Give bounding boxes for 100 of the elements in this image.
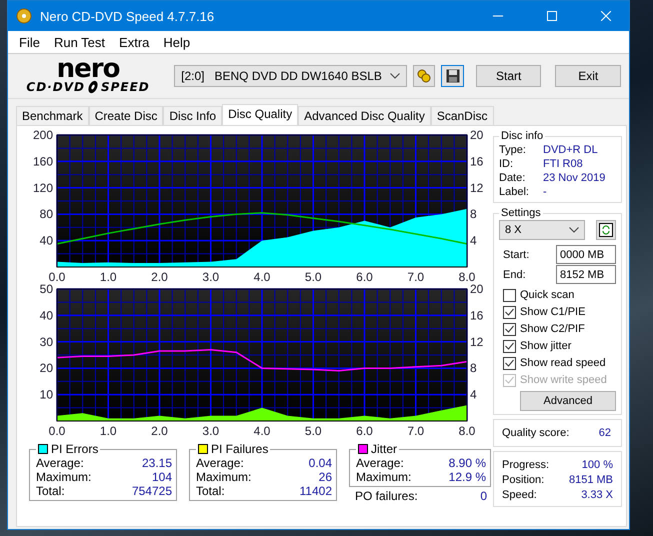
axis-label: 5.0 xyxy=(304,424,322,438)
menu-item[interactable]: File xyxy=(12,34,47,50)
tab[interactable]: Create Disc xyxy=(88,106,164,125)
stat-label: Total: xyxy=(196,484,225,498)
progress-value: 8151 MB xyxy=(568,473,613,487)
field-label: End: xyxy=(503,268,526,282)
save-button[interactable] xyxy=(441,65,464,87)
menu-item[interactable]: Run Test xyxy=(46,34,112,50)
progress-value: 3.33 X xyxy=(581,488,613,502)
stat-label: Maximum: xyxy=(36,470,92,484)
stat-label: Maximum: xyxy=(356,470,412,484)
axis-label: 4.0 xyxy=(254,270,270,284)
axis-label: 0.0 xyxy=(48,424,66,438)
info-label: Label: xyxy=(499,185,530,199)
group-title: Settings xyxy=(501,207,541,219)
axis-label: 7.0 xyxy=(407,270,424,284)
close-icon xyxy=(601,11,611,21)
axis-label: 6.0 xyxy=(356,270,373,284)
group-title: Disc info xyxy=(501,130,544,142)
axis-label: 3.0 xyxy=(202,424,220,438)
progress-label: Position: xyxy=(502,473,544,487)
axis-label: 40 xyxy=(40,308,53,322)
axis-label: 20 xyxy=(470,284,484,296)
stat-value: 104 xyxy=(152,470,172,484)
refresh-button[interactable] xyxy=(596,220,616,240)
stat-value: 0.04 xyxy=(308,456,332,470)
axis-label: 160 xyxy=(32,154,53,168)
menu-item[interactable]: Extra xyxy=(112,34,156,50)
exit-button[interactable]: Exit xyxy=(555,65,621,87)
advanced-button[interactable]: Advanced xyxy=(520,391,616,411)
progress-label: Speed: xyxy=(502,488,537,502)
info-value: FTI R08 xyxy=(543,157,584,171)
info-label: ID: xyxy=(499,157,514,171)
checkbox[interactable] xyxy=(503,306,516,318)
checkbox[interactable] xyxy=(503,340,516,352)
tab[interactable]: Disc Info xyxy=(163,106,222,125)
axis-label: 0.0 xyxy=(48,270,66,284)
checkbox-label: Quick scan xyxy=(520,288,574,302)
tab[interactable]: Disc Quality xyxy=(222,104,298,125)
start-button[interactable]: Start xyxy=(476,65,542,87)
caret-icon xyxy=(390,73,400,79)
axis-label: 16 xyxy=(470,154,484,168)
maximize-icon xyxy=(547,11,557,21)
stat-label: Average: xyxy=(196,456,244,470)
axis-label: 1.0 xyxy=(100,270,117,284)
stat-value: 26 xyxy=(318,470,332,484)
drive-dropdown[interactable]: [2:0] BENQ DVD DD DW1640 BSLB xyxy=(174,65,407,87)
axis-label: 2.0 xyxy=(151,270,168,284)
coins-icon xyxy=(416,68,432,84)
axis-label: 20 xyxy=(40,361,53,376)
save-icon xyxy=(446,69,460,83)
tab[interactable]: Benchmark xyxy=(16,106,89,125)
stat-value: 11402 xyxy=(300,484,332,498)
checkbox-label: Show C1/PIE xyxy=(520,305,586,319)
menu-item[interactable]: Help xyxy=(156,34,198,50)
axis-label: 10 xyxy=(40,388,53,402)
checkbox-label: Show write speed xyxy=(520,373,607,387)
checkbox[interactable] xyxy=(503,356,516,370)
tab[interactable]: Advanced Disc Quality xyxy=(298,106,431,125)
stat-label: Average: xyxy=(36,456,84,470)
axis-label: 6.0 xyxy=(356,424,373,438)
info-value: 23 Nov 2019 xyxy=(543,171,606,185)
stat-label: Total: xyxy=(36,484,65,498)
axis-label: 50 xyxy=(40,284,53,296)
stat-value: 0 xyxy=(480,489,487,503)
axis-label: 8 xyxy=(470,361,477,376)
axis-label: 7.0 xyxy=(407,424,424,438)
group-title: PI Errors xyxy=(51,442,98,456)
axis-label: 20 xyxy=(470,130,484,142)
checkbox[interactable] xyxy=(503,322,516,336)
refresh-icon xyxy=(599,223,613,237)
axis-label: 12 xyxy=(470,180,484,195)
end-field[interactable]: 8152 MB xyxy=(556,265,616,284)
window-title: Nero CD-DVD Speed 4.7.7.16 xyxy=(40,8,216,24)
axis-label: 2.0 xyxy=(151,424,168,438)
disc-icon xyxy=(86,80,100,94)
axis-label: 8 xyxy=(470,207,477,222)
speed-dropdown[interactable]: 8 X xyxy=(499,220,585,240)
stat-value: 12.9 % xyxy=(448,470,486,484)
axis-label: 16 xyxy=(470,308,484,322)
checkbox-label: Show read speed xyxy=(520,356,606,370)
checkbox-label: Show C2/PIF xyxy=(520,322,585,336)
logo-text: nero xyxy=(56,58,120,80)
field-label: Start: xyxy=(503,248,530,262)
axis-label: 8.0 xyxy=(458,270,476,284)
stat-label: PO failures: xyxy=(355,489,418,503)
axis-label: 5.0 xyxy=(304,270,322,284)
logo-text: CD·DVD xyxy=(26,80,85,94)
logo-text: SPEED xyxy=(100,80,150,94)
group-title: PI Failures xyxy=(211,442,268,456)
start-field[interactable]: 0000 MB xyxy=(556,245,616,264)
checkbox[interactable] xyxy=(503,288,516,302)
tab[interactable]: ScanDisc xyxy=(430,106,494,125)
info-value: - xyxy=(543,185,548,199)
axis-label: 80 xyxy=(40,207,53,222)
axis-label: 120 xyxy=(32,180,53,195)
axis-label: 200 xyxy=(32,130,53,142)
quality-value: 62 xyxy=(598,426,611,440)
axis-label: 12 xyxy=(470,334,484,349)
caret-icon xyxy=(569,227,579,233)
